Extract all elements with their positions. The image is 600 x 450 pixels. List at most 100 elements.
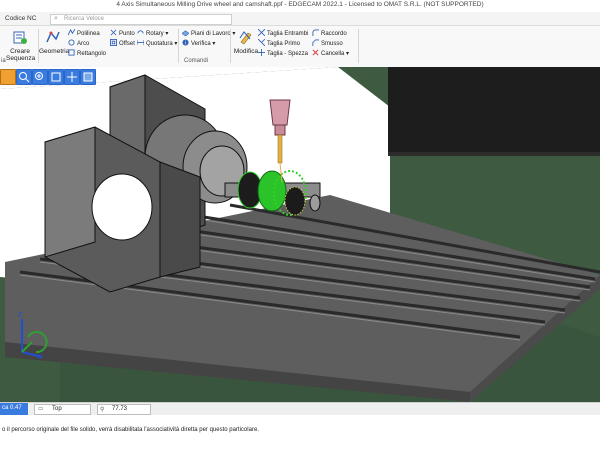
zoom-in-icon: [35, 72, 43, 80]
fillet-button[interactable]: Raccordo: [312, 29, 347, 37]
verify-button[interactable]: i Verifica ▾: [182, 39, 215, 47]
chevron-down-icon: ▾: [172, 41, 178, 47]
ribbon: Creare Sequenza Geometria Polilinea Arco…: [0, 26, 600, 68]
ribbon-group-label-left: ia: [1, 58, 6, 64]
toolpath-gear: [284, 186, 306, 216]
arc-label: Arco: [77, 41, 90, 47]
workplanes-label: Piani di Lavoro: [191, 31, 231, 37]
rotary-label: Rotary: [146, 31, 164, 37]
chamfer-icon: [312, 39, 319, 46]
tab-codice-nc[interactable]: Codice NC: [5, 15, 36, 22]
tool-cutter: [277, 134, 283, 164]
verify-icon: i: [182, 39, 189, 46]
create-sequence-label: Creare Sequenza: [6, 48, 36, 62]
status-message: o il percorso originale del file solido,…: [2, 427, 259, 433]
tolerance-box[interactable]: ca 0.47: [0, 403, 28, 415]
chamfer-button[interactable]: Smusso: [312, 39, 343, 47]
tool-collet: [274, 124, 286, 136]
trim-first-icon: [258, 39, 265, 46]
home-view-button[interactable]: [0, 69, 16, 85]
fillet-label: Raccordo: [321, 31, 347, 37]
view-icon: ▭: [38, 406, 44, 412]
zoom-window-button[interactable]: [16, 69, 32, 85]
tolerance-value: ca 0.47: [2, 405, 22, 411]
sequence-icon: [13, 31, 27, 44]
trim-split-label: Taglia - Spezza: [267, 51, 309, 57]
message-bar: o il percorso originale del file solido,…: [0, 425, 600, 436]
svg-text:X: X: [38, 354, 43, 361]
trim-first-button[interactable]: Taglia Primo: [258, 39, 300, 47]
svg-text:Z: Z: [18, 312, 23, 319]
workplanes-button[interactable]: Piani di Lavoro ▾: [182, 29, 235, 37]
panel-edge: [388, 152, 600, 156]
front-block-hole: [91, 173, 153, 241]
separator: [178, 29, 179, 63]
dimension-icon: [137, 39, 144, 46]
zoom-field[interactable]: ⚲ 77.73: [97, 404, 151, 415]
pan-icon: [67, 72, 77, 82]
delete-icon: [312, 49, 319, 56]
dimension-label: Quotatura: [146, 41, 173, 47]
view-value: Top: [52, 406, 62, 412]
delete-button[interactable]: Cancella ▾: [312, 49, 349, 57]
rectangle-icon: [68, 49, 75, 56]
zoom-fit-icon: [51, 72, 61, 82]
zoom-icon: [19, 72, 30, 83]
geometry-icon: [46, 31, 60, 43]
polyline-button[interactable]: Polilinea: [68, 29, 100, 37]
offset-label: Offset: [119, 41, 135, 47]
separator: [358, 29, 359, 63]
ribbon-group-label-comandi: Comandi: [184, 58, 209, 64]
rotate-button[interactable]: [80, 69, 96, 85]
workplane-icon: [182, 30, 189, 36]
pan-button[interactable]: [64, 69, 80, 85]
tab-row: Codice NC ⌕ Ricerca Veloce: [0, 12, 600, 26]
trim-both-button[interactable]: Taglia Entrambi: [258, 29, 308, 37]
geometry-label: Geometria: [39, 48, 70, 55]
offset-button[interactable]: Offset: [110, 39, 135, 47]
rectangle-button[interactable]: Rettangolo: [68, 49, 106, 57]
window-title: 4 Axis Simultaneous Milling Drive wheel …: [116, 1, 484, 8]
rotary-icon: [137, 30, 144, 34]
chevron-down-icon: ▾: [210, 41, 216, 47]
modify-icon: [239, 31, 252, 45]
dimension-button[interactable]: Quotatura ▾: [137, 39, 177, 47]
offset-icon: [110, 39, 117, 46]
polyline-icon: [68, 29, 75, 36]
rotary-button[interactable]: Rotary ▾: [137, 29, 168, 37]
rectangle-label: Rettangolo: [77, 51, 107, 57]
front-block-side: [159, 161, 201, 278]
tool-holder: [269, 99, 291, 126]
geometry-button[interactable]: Geometria: [39, 29, 70, 55]
search-box[interactable]: ⌕ Ricerca Veloce: [50, 14, 232, 25]
view-select[interactable]: ▭ Top: [34, 404, 91, 415]
chevron-down-icon: ▾: [344, 51, 350, 57]
polyline-label: Polilinea: [77, 31, 100, 37]
modify-button[interactable]: Modifica: [233, 29, 259, 55]
svg-text:i: i: [185, 41, 186, 46]
trim-first-label: Taglia Primo: [267, 41, 301, 47]
rotate-icon: [83, 72, 93, 82]
trim-split-icon: [258, 49, 265, 56]
arc-icon: [68, 39, 75, 46]
status-bar: ca 0.47 ▭ Top ⚲ 77.73: [0, 402, 600, 415]
point-label: Punto: [119, 31, 135, 37]
zoom-in-button[interactable]: [32, 69, 48, 85]
graphics-viewport[interactable]: Z X: [0, 67, 600, 402]
dark-panel-top: [388, 67, 600, 152]
trim-split-button[interactable]: Taglia - Spezza: [258, 49, 308, 57]
trim-both-label: Taglia Entrambi: [267, 31, 309, 37]
arc-button[interactable]: Arco: [68, 39, 89, 47]
fillet-icon: [312, 29, 319, 36]
chevron-down-icon: ▾: [163, 31, 169, 37]
front-block-face: [44, 126, 96, 258]
shaft-end: [309, 194, 321, 212]
point-button[interactable]: Punto: [110, 29, 135, 37]
machine-scene[interactable]: Z X: [0, 67, 600, 402]
zoom-fit-button[interactable]: [48, 69, 64, 85]
chamfer-label: Smusso: [321, 41, 343, 47]
modify-label: Modifica: [233, 48, 259, 55]
separator: [230, 29, 231, 63]
create-sequence-button[interactable]: Creare Sequenza: [6, 29, 36, 62]
search-input[interactable]: Ricerca Veloce: [64, 16, 104, 22]
